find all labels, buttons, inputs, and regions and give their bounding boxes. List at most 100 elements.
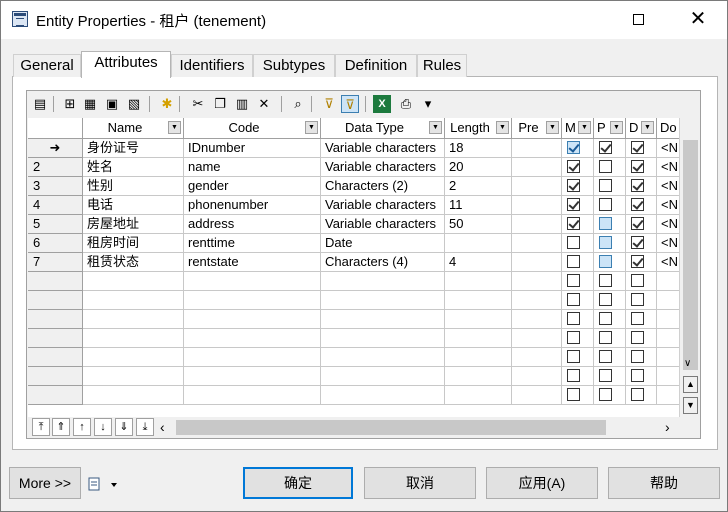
cell-do[interactable]: <N bbox=[657, 177, 679, 196]
checkbox-d[interactable] bbox=[631, 369, 644, 382]
add-attributes-icon[interactable]: ▣ bbox=[103, 95, 121, 113]
cell-d[interactable] bbox=[626, 386, 657, 405]
delete-icon[interactable]: ✕ bbox=[255, 95, 273, 113]
row-header[interactable]: 2 bbox=[28, 158, 83, 177]
cell-pre[interactable] bbox=[512, 215, 562, 234]
row-header[interactable]: 6 bbox=[28, 234, 83, 253]
cell-d[interactable] bbox=[626, 310, 657, 329]
checkbox-m[interactable] bbox=[567, 331, 580, 344]
cell-type[interactable] bbox=[321, 310, 445, 329]
checkbox-p[interactable] bbox=[599, 236, 612, 249]
checkbox-p[interactable] bbox=[599, 179, 612, 192]
cell-d[interactable] bbox=[626, 367, 657, 386]
column-header-d[interactable]: D ▼ bbox=[626, 118, 657, 139]
cell-m[interactable] bbox=[562, 348, 594, 367]
cell-m[interactable] bbox=[562, 291, 594, 310]
cell-length[interactable] bbox=[445, 367, 512, 386]
cell-p[interactable] bbox=[594, 348, 626, 367]
add-row-icon[interactable]: ▦ bbox=[81, 95, 99, 113]
cell-type[interactable] bbox=[321, 272, 445, 291]
cell-type[interactable] bbox=[321, 386, 445, 405]
tab-attributes[interactable]: Attributes bbox=[81, 51, 171, 78]
cell-name[interactable]: 姓名 bbox=[83, 158, 184, 177]
cancel-button[interactable]: 取消 bbox=[364, 467, 476, 499]
checkbox-d[interactable] bbox=[631, 179, 644, 192]
cell-p[interactable] bbox=[594, 253, 626, 272]
column-filter-dropdown-icon[interactable]: ▼ bbox=[305, 121, 318, 134]
column-header-m[interactable]: M ▼ bbox=[562, 118, 594, 139]
cell-length[interactable] bbox=[445, 310, 512, 329]
row-header[interactable]: 7 bbox=[28, 253, 83, 272]
tab-subtypes[interactable]: Subtypes bbox=[253, 54, 335, 77]
cell-length[interactable] bbox=[445, 234, 512, 253]
cell-d[interactable] bbox=[626, 272, 657, 291]
cell-do[interactable] bbox=[657, 329, 679, 348]
apply-button[interactable]: 应用(A) bbox=[486, 467, 598, 499]
cell-type[interactable]: Characters (2) bbox=[321, 177, 445, 196]
row-header[interactable] bbox=[28, 348, 83, 367]
cell-length[interactable]: 20 bbox=[445, 158, 512, 177]
cell-d[interactable] bbox=[626, 158, 657, 177]
cell-do[interactable]: <N bbox=[657, 158, 679, 177]
cell-code[interactable]: IDnumber bbox=[184, 139, 321, 158]
cell-type[interactable] bbox=[321, 348, 445, 367]
row-header[interactable]: 4 bbox=[28, 196, 83, 215]
cell-do[interactable] bbox=[657, 310, 679, 329]
move-up-page-icon[interactable]: ⇑ bbox=[52, 418, 70, 436]
cell-do[interactable]: <N bbox=[657, 215, 679, 234]
cell-length[interactable] bbox=[445, 272, 512, 291]
cell-length[interactable]: 2 bbox=[445, 177, 512, 196]
cell-name[interactable]: 租房时间 bbox=[83, 234, 184, 253]
column-filter-dropdown-icon[interactable]: ▼ bbox=[641, 121, 654, 134]
maximize-button[interactable] bbox=[615, 1, 661, 39]
cell-name[interactable] bbox=[83, 329, 184, 348]
checkbox-m[interactable] bbox=[567, 388, 580, 401]
cell-name[interactable]: 电话 bbox=[83, 196, 184, 215]
cell-length[interactable]: 4 bbox=[445, 253, 512, 272]
cell-code[interactable] bbox=[184, 386, 321, 405]
cell-code[interactable]: address bbox=[184, 215, 321, 234]
cell-m[interactable] bbox=[562, 215, 594, 234]
checkbox-m[interactable] bbox=[567, 217, 580, 230]
scroll-down-arrow-icon[interactable]: ∨ bbox=[684, 358, 691, 369]
cell-pre[interactable] bbox=[512, 367, 562, 386]
insert-row-icon[interactable]: ⊞ bbox=[61, 95, 79, 113]
cell-code[interactable]: phonenumber bbox=[184, 196, 321, 215]
checkbox-m[interactable] bbox=[567, 160, 580, 173]
vertical-scroll-thumb[interactable] bbox=[683, 140, 698, 370]
cell-name[interactable]: 性别 bbox=[83, 177, 184, 196]
column-header-name[interactable]: Name ▼ bbox=[83, 118, 184, 139]
column-filter-dropdown-icon[interactable]: ▼ bbox=[496, 121, 509, 134]
cell-p[interactable] bbox=[594, 139, 626, 158]
checkbox-p[interactable] bbox=[599, 198, 612, 211]
cell-d[interactable] bbox=[626, 139, 657, 158]
checkbox-m[interactable] bbox=[567, 198, 580, 211]
reuse-icon[interactable]: ▧ bbox=[125, 95, 143, 113]
checkbox-p[interactable] bbox=[599, 160, 612, 173]
cell-do[interactable] bbox=[657, 291, 679, 310]
checkbox-m[interactable] bbox=[567, 274, 580, 287]
cell-pre[interactable] bbox=[512, 291, 562, 310]
row-header[interactable]: 5 bbox=[28, 215, 83, 234]
cell-m[interactable] bbox=[562, 177, 594, 196]
checkbox-d[interactable] bbox=[631, 350, 644, 363]
cell-m[interactable] bbox=[562, 139, 594, 158]
column-filter-dropdown-icon[interactable]: ▼ bbox=[578, 121, 591, 134]
checkbox-p[interactable] bbox=[599, 141, 612, 154]
cell-pre[interactable] bbox=[512, 272, 562, 291]
cell-m[interactable] bbox=[562, 310, 594, 329]
checkbox-p[interactable] bbox=[599, 312, 612, 325]
column-header-p[interactable]: P ▼ bbox=[594, 118, 626, 139]
cell-d[interactable] bbox=[626, 215, 657, 234]
checkbox-m[interactable] bbox=[567, 255, 580, 268]
checkbox-d[interactable] bbox=[631, 198, 644, 211]
row-header[interactable] bbox=[28, 386, 83, 405]
vertical-scrollbar[interactable]: ∨ ▲ ▼ bbox=[679, 118, 700, 417]
checkbox-p[interactable] bbox=[599, 217, 612, 230]
filter-icon[interactable]: ⊽ bbox=[320, 95, 338, 113]
checkbox-p[interactable] bbox=[599, 331, 612, 344]
checkbox-d[interactable] bbox=[631, 236, 644, 249]
cell-p[interactable] bbox=[594, 272, 626, 291]
cell-do[interactable]: <N bbox=[657, 253, 679, 272]
row-header[interactable] bbox=[28, 272, 83, 291]
